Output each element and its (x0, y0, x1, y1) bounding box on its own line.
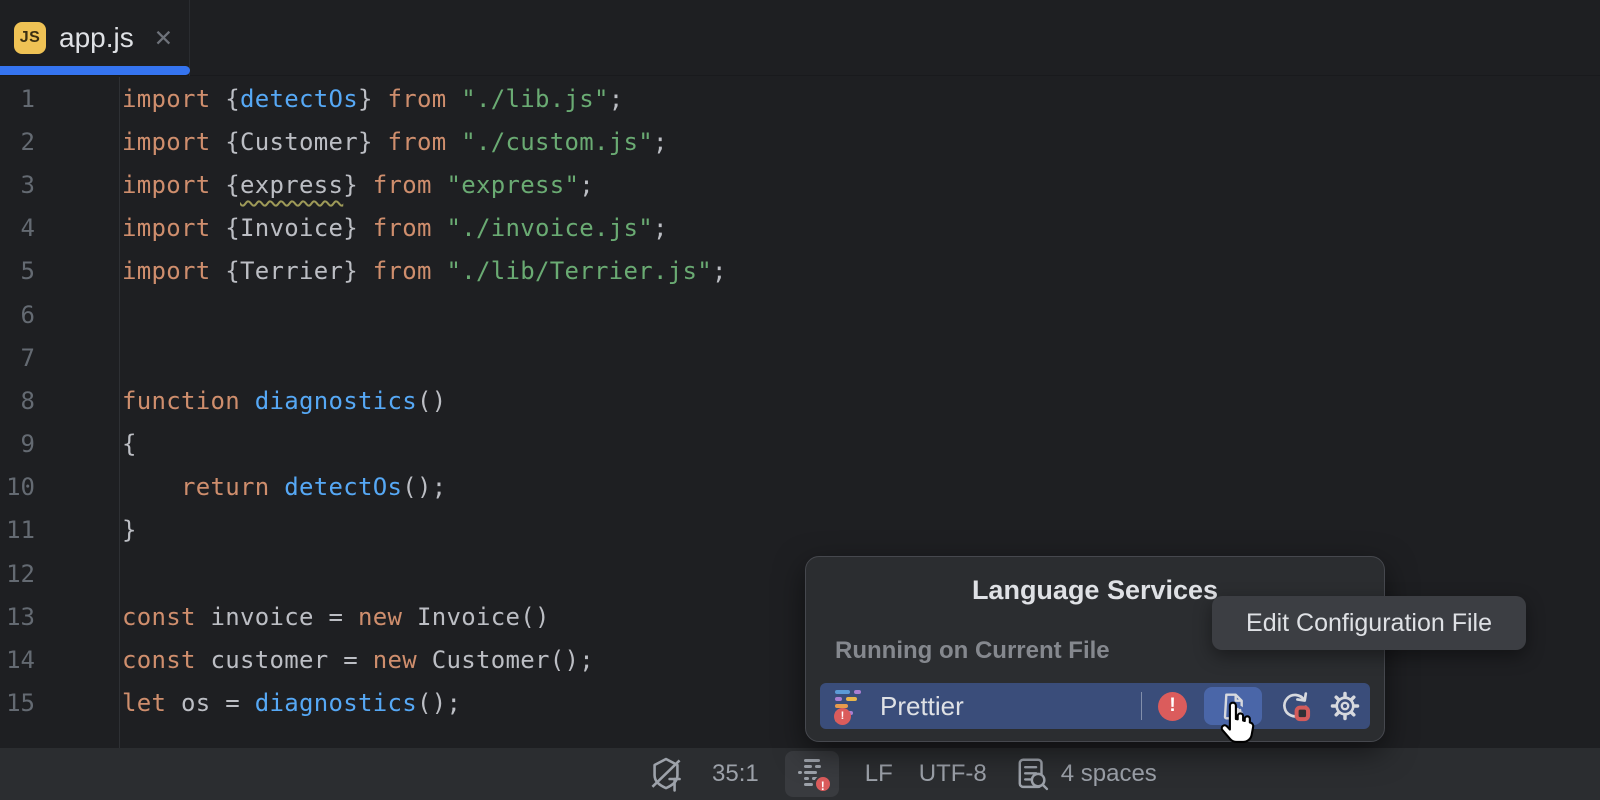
code-text: return detectOs(); (119, 473, 447, 501)
edit-configuration-tooltip: Edit Configuration File (1212, 596, 1526, 650)
caret-position-widget[interactable]: 35:1 (712, 760, 759, 788)
service-name: Prettier (880, 691, 964, 722)
line-number: 7 (0, 344, 119, 372)
line-number: 5 (0, 257, 119, 285)
js-file-icon: JS (14, 22, 46, 54)
indentation-widget[interactable]: 4 spaces (1013, 755, 1157, 793)
gutter-divider (119, 77, 120, 748)
restart-service-button[interactable] (1270, 687, 1320, 725)
line-number: 2 (0, 128, 119, 156)
line-number: 3 (0, 171, 119, 199)
line-number: 8 (0, 387, 119, 415)
prettier-icon: ! (835, 690, 867, 722)
line-ending-widget[interactable]: LF (865, 760, 893, 788)
status-error-dot: ! (814, 775, 832, 793)
code-text: import {Customer} from "./custom.js"; (119, 128, 668, 156)
code-line[interactable]: 6 (0, 293, 1600, 336)
code-text: function diagnostics() (119, 387, 447, 415)
row-divider (1141, 692, 1142, 720)
hand-pointer-cursor (1214, 700, 1256, 750)
line-number: 9 (0, 430, 119, 458)
tab-app-js[interactable]: JS app.js ✕ (0, 0, 190, 76)
tab-title: app.js (59, 22, 134, 54)
service-settings-button[interactable] (1320, 687, 1370, 725)
code-line[interactable]: 7 (0, 336, 1600, 379)
prettier-status-button[interactable]: ! (785, 751, 839, 797)
encoding-widget[interactable]: UTF-8 (919, 760, 987, 788)
active-tab-indicator (0, 66, 190, 75)
code-text: import {express} from "express"; (119, 171, 594, 199)
prettier-error-dot: ! (834, 708, 851, 725)
error-badge-icon[interactable]: ! (1158, 692, 1187, 721)
code-text: const invoice = new Invoice() (119, 603, 550, 631)
code-text: } (119, 516, 137, 544)
indent-detect-icon (1013, 755, 1051, 793)
close-icon[interactable]: ✕ (154, 27, 173, 50)
code-line[interactable]: 8function diagnostics() (0, 379, 1600, 422)
line-number: 15 (0, 689, 119, 717)
code-line[interactable]: 5import {Terrier} from "./lib/Terrier.js… (0, 250, 1600, 293)
line-number: 4 (0, 214, 119, 242)
line-number: 12 (0, 560, 119, 588)
service-row-prettier[interactable]: ! Prettier ! (820, 683, 1370, 729)
restart-icon (1279, 690, 1311, 722)
line-number: 10 (0, 473, 119, 501)
inspection-highlighting-off-icon[interactable] (646, 754, 686, 794)
code-line[interactable]: 11} (0, 509, 1600, 552)
code-line[interactable]: 4import {Invoice} from "./invoice.js"; (0, 207, 1600, 250)
code-text: import {Invoice} from "./invoice.js"; (119, 214, 668, 242)
code-line[interactable]: 1import {detectOs} from "./lib.js"; (0, 77, 1600, 120)
code-text: let os = diagnostics(); (119, 689, 461, 717)
line-number: 6 (0, 301, 119, 329)
line-number: 11 (0, 516, 119, 544)
gear-icon (1329, 690, 1361, 722)
code-line[interactable]: 3import {express} from "express"; (0, 163, 1600, 206)
code-text: import {detectOs} from "./lib.js"; (119, 85, 624, 113)
tab-bar: JS app.js ✕ (0, 0, 1600, 76)
prettier-status-icon: ! (798, 759, 826, 789)
popup-section-label: Running on Current File (835, 637, 1110, 665)
line-number: 1 (0, 85, 119, 113)
code-text: import {Terrier} from "./lib/Terrier.js"… (119, 257, 727, 285)
status-bar: 35:1 ! LF UTF-8 (0, 748, 1600, 800)
code-line[interactable]: 9{ (0, 423, 1600, 466)
code-text: { (119, 430, 137, 458)
indentation-label: 4 spaces (1061, 760, 1157, 788)
code-text: const customer = new Customer(); (119, 646, 594, 674)
code-line[interactable]: 2import {Customer} from "./custom.js"; (0, 120, 1600, 163)
line-number: 14 (0, 646, 119, 674)
code-line[interactable]: 10 return detectOs(); (0, 466, 1600, 509)
line-number: 13 (0, 603, 119, 631)
